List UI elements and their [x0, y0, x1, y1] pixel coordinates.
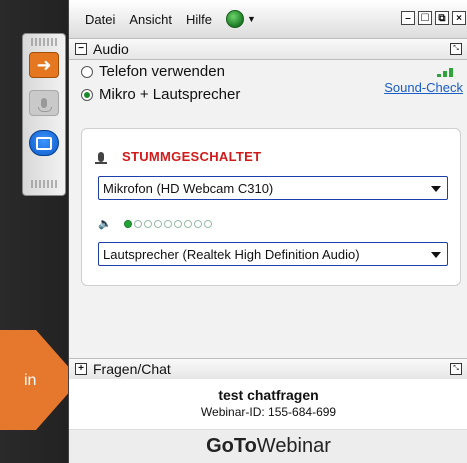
menu-datei[interactable]: Datei — [85, 12, 115, 27]
signal-bars-icon — [437, 68, 453, 77]
control-toolbar: ➜ — [22, 33, 66, 196]
radio-mikro-lautsprecher[interactable]: Mikro + Lautsprecher — [81, 86, 240, 103]
logo-bold: GoTo — [206, 435, 257, 457]
chat-section-header[interactable]: + Fragen/Chat ⤡ — [69, 358, 467, 380]
menu-bar: Datei Ansicht Hilfe ▼ – ☐ ⧉ × — [69, 0, 467, 38]
level-dot — [143, 219, 152, 228]
radio-telefon-label: Telefon verwenden — [99, 63, 225, 80]
collapse-icon[interactable]: − — [75, 43, 87, 55]
audio-settings-card: STUMMGESCHALTET Mikrofon (HD Webcam C310… — [81, 128, 461, 286]
level-dot — [163, 219, 172, 228]
audio-header-label: Audio — [93, 41, 129, 57]
chevron-down-icon[interactable] — [431, 252, 441, 258]
sound-check-link[interactable]: Sound-Check — [384, 80, 463, 95]
arrow-right-icon: ➜ — [36, 54, 52, 75]
radio-selected-icon[interactable] — [81, 88, 93, 101]
radio-telefon[interactable]: Telefon verwenden — [81, 63, 225, 80]
level-dot — [123, 219, 132, 228]
speaker-level-meter: 🔈 — [98, 217, 214, 230]
menu-ansicht[interactable]: Ansicht — [129, 12, 172, 27]
close-button[interactable]: × — [452, 11, 466, 25]
mute-status: STUMMGESCHALTET — [95, 149, 262, 164]
level-dot — [153, 219, 162, 228]
chevron-down-icon[interactable] — [431, 186, 441, 192]
level-dot — [203, 219, 212, 228]
overlay-text: in — [24, 372, 37, 389]
menu-hilfe[interactable]: Hilfe — [186, 12, 212, 27]
radio-mikro-label: Mikro + Lautsprecher — [99, 86, 241, 103]
audio-section-header[interactable]: − Audio ⤡ — [69, 38, 467, 60]
screen-icon — [36, 136, 52, 150]
microphone-icon — [38, 98, 52, 112]
level-dot — [183, 219, 192, 228]
control-panel: Datei Ansicht Hilfe ▼ – ☐ ⧉ × − Audio ⤡ … — [68, 0, 467, 463]
globe-icon[interactable] — [226, 10, 245, 28]
level-dot — [173, 219, 182, 228]
popout-icon[interactable]: ⤡ — [450, 363, 462, 375]
chevron-down-icon[interactable]: ▼ — [247, 14, 256, 24]
speaker-select-value: Lautsprecher (Realtek High Definition Au… — [103, 246, 360, 262]
popout-button[interactable]: ⧉ — [435, 11, 449, 25]
popout-icon[interactable]: ⤡ — [450, 43, 462, 55]
expand-icon[interactable]: + — [75, 363, 87, 375]
chat-header-label: Fragen/Chat — [93, 361, 171, 377]
window-controls: – ☐ ⧉ × — [401, 11, 466, 25]
logo-light: Webinar — [256, 435, 331, 457]
show-hide-panel-button[interactable]: ➜ — [29, 52, 59, 78]
webinar-info: test chatfragen Webinar-ID: 155-684-699 — [69, 379, 467, 430]
radio-circle-icon[interactable] — [81, 65, 93, 78]
screen-share-button[interactable] — [29, 130, 59, 156]
microphone-select[interactable]: Mikrofon (HD Webcam C310) — [98, 176, 448, 200]
microphone-button[interactable] — [29, 90, 59, 116]
microphone-icon — [95, 151, 107, 164]
gotowebinar-logo: GoTo Webinar — [69, 430, 467, 463]
grip-handle-top[interactable] — [31, 38, 57, 46]
level-dot — [193, 219, 202, 228]
level-dot — [133, 219, 142, 228]
minimize-button[interactable]: – — [401, 11, 415, 25]
webinar-title: test chatfragen — [218, 387, 319, 403]
webinar-id: Webinar-ID: 155-684-699 — [200, 405, 337, 419]
speaker-icon: 🔈 — [98, 218, 112, 230]
restore-button[interactable]: ☐ — [418, 11, 432, 25]
grip-handle-bottom[interactable] — [31, 180, 57, 188]
microphone-select-value: Mikrofon (HD Webcam C310) — [103, 180, 274, 196]
speaker-select[interactable]: Lautsprecher (Realtek High Definition Au… — [98, 242, 448, 266]
mute-status-text: STUMMGESCHALTET — [122, 149, 262, 164]
